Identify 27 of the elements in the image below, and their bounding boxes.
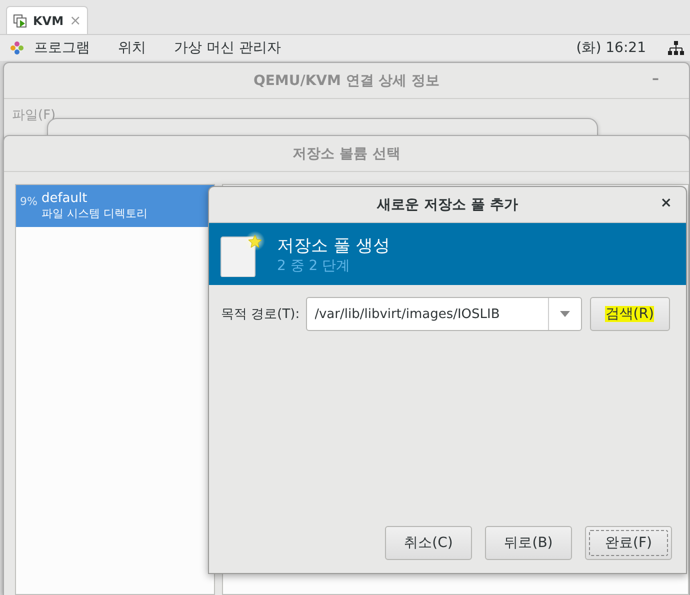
- browser-tab[interactable]: KVM ×: [6, 6, 88, 34]
- field-label: 목적 경로(T):: [221, 306, 300, 323]
- clock[interactable]: (화) 16:21: [576, 39, 646, 57]
- window-title: QEMU/KVM 연결 상세 정보: [253, 72, 440, 90]
- usage-percent: 9%: [20, 195, 38, 210]
- document-icon: [219, 231, 265, 277]
- dialog-button[interactable]: 취소(C): [385, 526, 472, 560]
- network-icon[interactable]: [668, 40, 684, 56]
- dropdown-arrow-icon[interactable]: [560, 311, 570, 317]
- combo-box[interactable]: /var/lib/libvirt/images/IOSLIB: [306, 297, 582, 331]
- flower-icon: [10, 41, 24, 55]
- panel-menu[interactable]: 프로그램: [34, 39, 90, 57]
- window-title: 저장소 볼륨 선택: [292, 144, 400, 162]
- dialog-button[interactable]: 완료(F): [585, 526, 672, 560]
- panel-menu[interactable]: 가상 머신 관리자: [174, 39, 281, 57]
- dialog-title: 새로운 저장소 풀 추가: [377, 196, 518, 214]
- panel-menu[interactable]: 위치: [118, 39, 146, 57]
- browse-button[interactable]: 검색(R): [590, 297, 670, 331]
- close-button[interactable]: ×: [660, 195, 672, 211]
- pool-name: default: [41, 191, 88, 206]
- tab-title: KVM: [33, 14, 64, 28]
- dialog-button[interactable]: 뒤로(B): [485, 526, 572, 560]
- path-field[interactable]: /var/lib/libvirt/images/IOSLIB: [306, 298, 548, 330]
- pool-type: 파일 시스템 디렉토리: [41, 206, 148, 221]
- step-indicator: 2 중 2 단계: [277, 256, 352, 274]
- vm-icon: [13, 14, 27, 28]
- wizard-title: 저장소 풀 생성: [277, 234, 390, 256]
